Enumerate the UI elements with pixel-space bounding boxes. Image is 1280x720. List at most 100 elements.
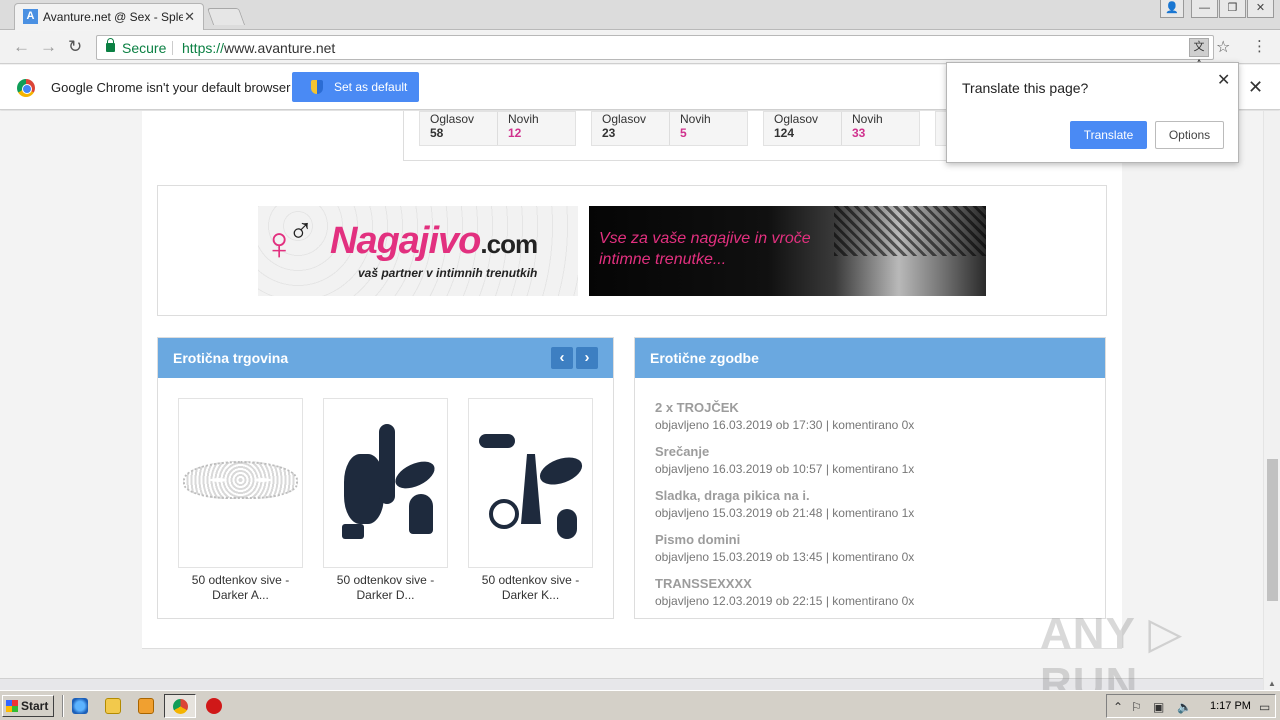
flogger-image bbox=[521, 454, 541, 524]
brand-domain: .com bbox=[480, 229, 538, 259]
media-player-icon[interactable] bbox=[138, 698, 154, 714]
product-image[interactable] bbox=[323, 398, 448, 568]
carousel-prev-button[interactable]: ‹ bbox=[551, 347, 573, 369]
tab-strip: A Avanture.net @ Sex - Splet ✕ 👤 — ❐ ✕ bbox=[0, 0, 1280, 30]
chrome-menu-icon[interactable]: ⋮ bbox=[1252, 37, 1267, 55]
ads-count: Oglasov 124 bbox=[764, 112, 818, 145]
story-title[interactable]: 2 x TROJČEK bbox=[655, 400, 914, 415]
product-name[interactable]: 50 odtenkov sive - Darker D... bbox=[323, 573, 448, 603]
content-container: Oglasov 58 Novih 12 Oglasov 23 Novih 5 O… bbox=[142, 111, 1122, 649]
scrollbar-thumb[interactable] bbox=[1267, 459, 1278, 601]
story-item[interactable]: Sladka, draga pikica na i. objavljeno 15… bbox=[655, 488, 914, 520]
back-icon[interactable]: ← bbox=[13, 37, 30, 57]
ads-count: Oglasov 58 bbox=[420, 112, 474, 145]
new-label: Novih bbox=[680, 112, 711, 126]
brand-name: Nagajivo.com bbox=[330, 220, 538, 263]
blindfold-image bbox=[391, 456, 439, 494]
category-stats: Oglasov 58 Novih 12 Oglasov 23 Novih 5 O… bbox=[403, 111, 964, 161]
product-name[interactable]: 50 odtenkov sive - Darker K... bbox=[468, 573, 593, 603]
new-value: 5 bbox=[680, 126, 687, 140]
story-title[interactable]: Sladka, draga pikica na i. bbox=[655, 488, 914, 503]
tab-avanture[interactable]: A Avanture.net @ Sex - Splet ✕ bbox=[14, 3, 204, 30]
product-card[interactable]: 50 odtenkov sive - Darker D... bbox=[323, 398, 448, 603]
tab-title: Avanture.net @ Sex - Splet bbox=[43, 10, 183, 24]
tab-close-icon[interactable]: ✕ bbox=[184, 9, 195, 25]
reload-icon[interactable]: ↻ bbox=[68, 37, 82, 57]
folder-icon[interactable] bbox=[105, 698, 121, 714]
carousel-next-button[interactable]: › bbox=[576, 347, 598, 369]
site-favicon-icon: A bbox=[23, 9, 38, 24]
action-center-flag-icon[interactable]: ⚐ bbox=[1131, 700, 1142, 714]
volume-icon[interactable]: 🔈 bbox=[1177, 700, 1192, 714]
translate-options-button[interactable]: Options bbox=[1155, 121, 1224, 149]
product-card[interactable]: 50 odtenkov sive - Darker K... bbox=[468, 398, 593, 603]
translate-popup-close-icon[interactable]: ✕ bbox=[1217, 70, 1230, 90]
story-title[interactable]: Pismo domini bbox=[655, 532, 914, 547]
story-title[interactable]: Srečanje bbox=[655, 444, 914, 459]
translate-button[interactable]: Translate bbox=[1070, 121, 1147, 149]
show-desktop-icon[interactable]: ▭ bbox=[1259, 700, 1270, 714]
vertical-scrollbar[interactable]: ▲ bbox=[1263, 111, 1280, 690]
erotic-stories-panel: Erotične zgodbe 2 x TROJČEK objavljeno 1… bbox=[634, 337, 1106, 619]
bullet-image bbox=[342, 524, 364, 539]
story-item[interactable]: Srečanje objavljeno 16.03.2019 ob 10:57 … bbox=[655, 444, 914, 476]
url-scheme: https:// bbox=[182, 40, 225, 56]
browser-toolbar: ← → ↻ Secure https://www.avanture.net 文A… bbox=[0, 31, 1280, 70]
category-stat[interactable]: Oglasov 58 Novih 12 bbox=[419, 111, 576, 146]
close-window-button[interactable]: ✕ bbox=[1247, 0, 1274, 18]
security-app-icon[interactable] bbox=[206, 698, 222, 714]
address-bar[interactable]: Secure https://www.avanture.net 文A bbox=[96, 35, 1214, 70]
bookmark-star-icon[interactable]: ☆ bbox=[1216, 37, 1230, 57]
ads-value: 23 bbox=[602, 126, 616, 140]
taskbar-chrome-button[interactable] bbox=[164, 694, 196, 718]
internet-explorer-icon[interactable] bbox=[72, 698, 88, 714]
infobar-close-icon[interactable]: ✕ bbox=[1248, 77, 1263, 98]
story-item[interactable]: TRANSSEXXXX objavljeno 12.03.2019 ob 22:… bbox=[655, 576, 914, 608]
ad-banner[interactable]: ♀ ♂ Nagajivo.com vaš partner v intimnih t… bbox=[157, 185, 1107, 316]
nagajivo-logo[interactable]: ♀ ♂ Nagajivo.com vaš partner v intimnih t… bbox=[258, 206, 578, 296]
forward-icon[interactable]: → bbox=[40, 37, 57, 57]
new-tab-button[interactable] bbox=[206, 8, 246, 25]
start-button[interactable]: Start bbox=[2, 695, 54, 717]
taskbar-clock[interactable]: 1:17 PM bbox=[1210, 700, 1251, 712]
stories-panel-title: Erotične zgodbe bbox=[635, 338, 1105, 378]
banner-ad-text: Vse za vaše nagajive in vroče intimne tr… bbox=[599, 230, 811, 268]
story-item[interactable]: 2 x TROJČEK objavljeno 16.03.2019 ob 17:… bbox=[655, 400, 914, 432]
translate-icon[interactable]: 文A bbox=[1189, 38, 1209, 70]
story-item[interactable]: Pismo domini objavljeno 15.03.2019 ob 13… bbox=[655, 532, 914, 564]
banner-photo[interactable]: Vse za vaše nagajive in vroče intimne tr… bbox=[589, 206, 986, 296]
product-image[interactable] bbox=[178, 398, 303, 568]
tray-expand-icon[interactable]: ⌃ bbox=[1113, 700, 1123, 714]
product-image[interactable] bbox=[468, 398, 593, 568]
url-text[interactable]: https://www.avanture.net bbox=[182, 40, 335, 56]
ads-count: Oglasov 23 bbox=[592, 112, 646, 145]
paddle-image bbox=[379, 424, 395, 504]
blindfold-image bbox=[536, 452, 586, 490]
new-count: Novih 33 bbox=[841, 112, 883, 145]
brand-tagline: vaš partner v intimnih trenutkih bbox=[358, 266, 538, 280]
category-stat[interactable]: Oglasov 23 Novih 5 bbox=[591, 111, 748, 146]
restore-button[interactable]: ❐ bbox=[1219, 0, 1246, 18]
product-card[interactable]: 50 odtenkov sive - Darker A... bbox=[178, 398, 303, 603]
minimize-button[interactable]: — bbox=[1191, 0, 1218, 18]
ads-value: 124 bbox=[774, 126, 795, 140]
infobar-message: Google Chrome isn't your default browser bbox=[51, 80, 291, 95]
cuffs-image bbox=[479, 434, 515, 448]
ads-value: 58 bbox=[430, 126, 444, 140]
product-name[interactable]: 50 odtenkov sive - Darker A... bbox=[178, 573, 303, 603]
set-as-default-button[interactable]: Set as default bbox=[292, 72, 419, 102]
chrome-logo-icon bbox=[17, 79, 35, 97]
user-icon[interactable]: 👤 bbox=[1160, 0, 1184, 18]
translate-popup: Translate this page? ✕ Translate Options bbox=[946, 62, 1239, 163]
brand-text: Nagajivo bbox=[330, 220, 481, 262]
uac-shield-icon bbox=[311, 80, 323, 94]
category-stat[interactable]: Oglasov 124 Novih 33 bbox=[763, 111, 920, 146]
story-meta: objavljeno 12.03.2019 ob 22:15 | komenti… bbox=[655, 594, 915, 608]
page-viewport: Oglasov 58 Novih 12 Oglasov 23 Novih 5 O… bbox=[0, 111, 1280, 690]
story-meta: objavljeno 15.03.2019 ob 13:45 | komenti… bbox=[655, 550, 915, 564]
new-label: Novih bbox=[852, 112, 883, 126]
omnibox-divider bbox=[172, 41, 173, 55]
story-title[interactable]: TRANSSEXXXX bbox=[655, 576, 914, 591]
network-icon[interactable]: ▣ bbox=[1153, 700, 1164, 714]
story-meta: objavljeno 15.03.2019 ob 21:48 | komenti… bbox=[655, 506, 915, 520]
